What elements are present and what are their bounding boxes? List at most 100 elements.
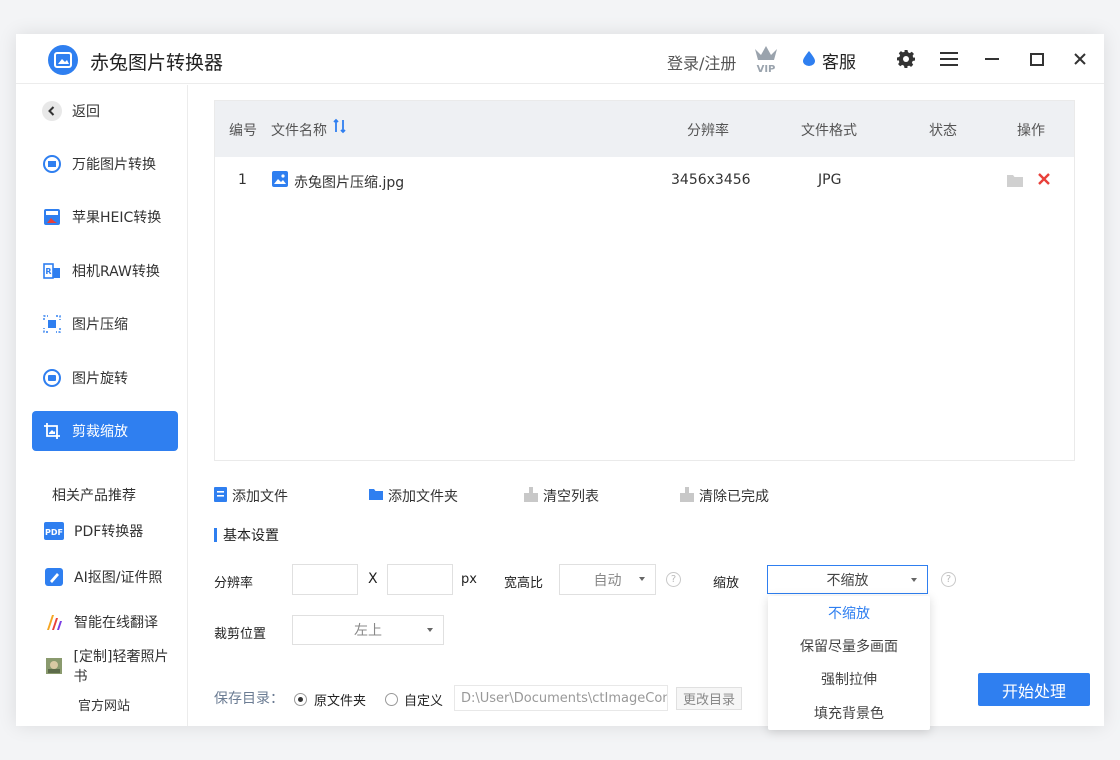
sidebar-item-image-convert[interactable]: 万能图片转换: [32, 144, 178, 184]
scale-option-none[interactable]: 不缩放: [768, 597, 930, 629]
change-directory-button[interactable]: 更改目录: [676, 687, 742, 710]
image-file-icon: [272, 171, 288, 191]
sidebar-item-label: 相机RAW转换: [72, 264, 160, 280]
svg-text:R: R: [45, 267, 51, 276]
svg-text:PDF: PDF: [45, 528, 63, 537]
resolution-width-input[interactable]: [292, 564, 358, 595]
heic-icon: [42, 207, 62, 227]
radio-custom-folder[interactable]: [385, 693, 398, 706]
raw-icon: R: [42, 261, 62, 281]
crop-position-label: 裁剪位置: [214, 627, 267, 642]
crop-position-value: 左上: [354, 623, 382, 639]
customer-service-button[interactable]: 客服: [802, 48, 856, 73]
sidebar-item-label: 万能图片转换: [72, 157, 156, 173]
scale-select[interactable]: 不缩放: [767, 565, 928, 594]
delete-row-icon[interactable]: [1037, 172, 1051, 190]
aspect-ratio-value: 自动: [593, 572, 622, 589]
col-name-header: 文件名称: [271, 123, 327, 139]
resolution-label: 分辨率: [214, 576, 254, 591]
official-website-link[interactable]: 官方网站: [78, 695, 130, 714]
related-products-heading: 相关产品推荐: [52, 488, 136, 504]
scale-label: 缩放: [713, 576, 740, 591]
related-item-ai-cutout[interactable]: AI抠图/证件照: [34, 557, 180, 597]
add-folder-button[interactable]: 添加文件夹: [369, 486, 458, 506]
sidebar-item-label: 图片旋转: [72, 371, 128, 387]
maximize-icon[interactable]: [1026, 48, 1048, 70]
rotate-icon: [42, 368, 62, 388]
aspect-ratio-select[interactable]: 自动: [559, 564, 656, 595]
original-folder-label: 原文件夹: [314, 694, 367, 709]
add-folder-label: 添加文件夹: [388, 489, 458, 505]
back-label: 返回: [72, 104, 100, 120]
save-path-input[interactable]: D:\User\Documents\ctImageCon: [454, 685, 668, 711]
folder-icon: [369, 488, 383, 504]
open-folder-icon[interactable]: [1007, 174, 1023, 191]
sidebar-item-raw[interactable]: R 相机RAW转换: [32, 251, 178, 291]
menu-icon[interactable]: [938, 48, 960, 70]
login-register-link[interactable]: 登录/注册: [667, 50, 736, 74]
chevron-down-icon: [639, 577, 645, 581]
sidebar-item-heic[interactable]: 苹果HEIC转换: [32, 197, 178, 237]
row-resolution: 3456x3456: [671, 172, 751, 188]
broom-icon: [524, 486, 538, 506]
aspect-ratio-label: 宽高比: [504, 576, 544, 591]
sidebar-item-label: 苹果HEIC转换: [72, 210, 162, 226]
app-title: 赤兔图片转换器: [90, 52, 224, 74]
section-marker: [214, 528, 217, 542]
related-item-label: PDF转换器: [74, 524, 144, 540]
crop-position-select[interactable]: 左上: [292, 615, 444, 645]
minimize-icon[interactable]: [981, 48, 1003, 70]
app-logo-icon: [48, 45, 78, 75]
sidebar-item-rotate[interactable]: 图片旋转: [32, 358, 178, 398]
resolution-height-input[interactable]: [387, 564, 453, 595]
photobook-icon: [44, 656, 64, 676]
compress-icon: [42, 314, 62, 334]
sort-icon[interactable]: [333, 118, 347, 138]
image-convert-icon: [42, 154, 62, 174]
crop-icon: [42, 421, 62, 441]
chevron-down-icon: [427, 628, 433, 632]
custom-folder-label: 自定义: [404, 694, 444, 709]
aspect-help-icon[interactable]: ?: [666, 572, 681, 587]
sidebar: 返回 万能图片转换 苹果HEIC转换 R 相机RAW转换 图片压缩 图片旋转 剪…: [16, 85, 188, 726]
related-item-translate[interactable]: 智能在线翻译: [34, 602, 180, 642]
service-drop-icon: [802, 50, 816, 71]
back-button[interactable]: 返回: [32, 91, 178, 131]
chevron-down-icon: [911, 578, 917, 582]
sidebar-item-compress[interactable]: 图片压缩: [32, 304, 178, 344]
add-file-label: 添加文件: [232, 489, 288, 505]
related-item-pdf[interactable]: PDF PDF转换器: [34, 511, 180, 551]
col-format-header: 文件格式: [801, 123, 857, 139]
related-item-label: 智能在线翻译: [74, 615, 158, 631]
col-resolution-header: 分辨率: [687, 123, 729, 139]
clear-list-button[interactable]: 清空列表: [524, 486, 599, 506]
scale-option-keep-most[interactable]: 保留尽量多画面: [768, 630, 930, 662]
sidebar-item-crop-scale[interactable]: 剪裁缩放: [32, 411, 178, 451]
table-header: 编号 文件名称 分辨率 文件格式 状态 操作: [215, 101, 1074, 157]
basic-settings-heading: 基本设置: [214, 525, 279, 545]
section-title: 基本设置: [223, 528, 279, 544]
sidebar-item-label: 剪裁缩放: [72, 424, 128, 440]
save-directory-label: 保存目录：: [214, 691, 284, 707]
resolution-x-label: X: [368, 571, 378, 587]
clear-completed-button[interactable]: 清除已完成: [680, 486, 769, 506]
row-format: JPG: [818, 172, 842, 188]
radio-original-folder[interactable]: [294, 693, 307, 706]
vip-crown-icon[interactable]: VIP: [752, 44, 780, 75]
scale-help-icon[interactable]: ?: [941, 572, 956, 587]
add-file-button[interactable]: 添加文件: [214, 486, 288, 506]
scale-option-stretch[interactable]: 强制拉伸: [768, 663, 930, 695]
close-icon[interactable]: [1069, 48, 1091, 70]
related-item-photobook[interactable]: [定制]轻奢照片书: [34, 646, 180, 686]
sidebar-item-label: 图片压缩: [72, 317, 128, 333]
col-status-header: 状态: [929, 123, 957, 139]
scale-option-fill-background[interactable]: 填充背景色: [768, 697, 930, 729]
resolution-unit-label: px: [461, 572, 477, 587]
scale-value: 不缩放: [826, 572, 869, 589]
settings-gear-icon[interactable]: [895, 48, 917, 70]
related-item-label: [定制]轻奢照片书: [73, 649, 169, 685]
file-table: 编号 文件名称 分辨率 文件格式 状态 操作 1 赤兔图片压缩.jpg 3456…: [214, 100, 1075, 461]
translate-icon: [44, 612, 64, 632]
start-processing-button[interactable]: 开始处理: [978, 673, 1090, 706]
app-window: 赤兔图片转换器 登录/注册 VIP 客服 返回 万能图片转换 苹果HEIC转换 …: [16, 34, 1104, 730]
